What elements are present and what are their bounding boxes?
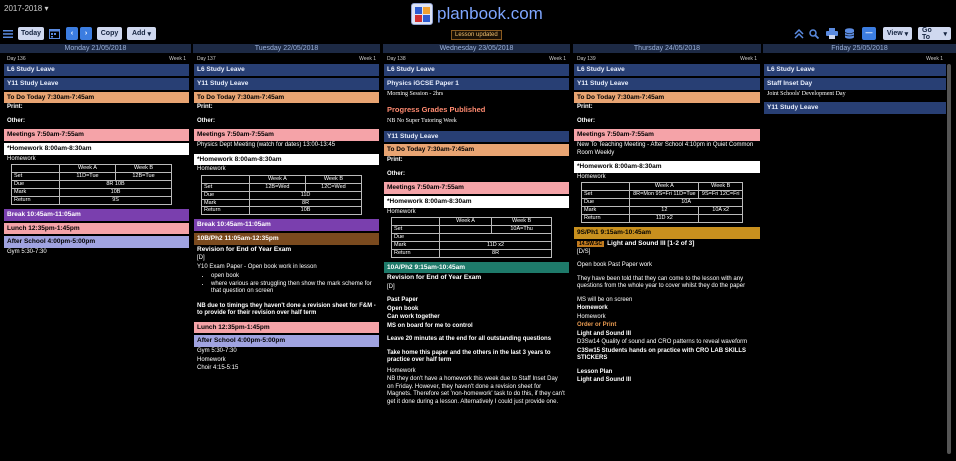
lesson-meetings[interactable]: Meetings 7:50am-7:55am [384,182,569,194]
day-header-friday: Friday 25/05/2018 [763,44,956,53]
logo-icon [411,3,433,25]
lesson-to-do-today[interactable]: To Do Today 7:30am-7:45am Print: Other: [384,144,569,181]
lesson-y11-study-leave[interactable]: Y11 Study Leave [194,77,379,90]
lesson-homework[interactable]: *Homework 8:00am-8:30am Homework Week AW… [384,195,569,260]
lesson-physics-igcse[interactable]: Physics iGCSE Paper 1 Morning Session - … [384,77,569,101]
lesson-9s-ph1[interactable]: 9S/Ph1 9:15am-10:45am 14.SW.SC Light and … [574,226,760,387]
tutoring-note: NB No Super Tutoring Week [387,118,457,125]
collapse-button[interactable]: — [862,27,876,40]
lesson-homework[interactable]: *Homework 8:00am-8:30am Homework Week AW… [574,161,760,225]
lesson-l6-study-leave[interactable]: L6 Study Leave [4,64,189,76]
day-header-thursday: Thursday 24/05/2018 [573,44,761,53]
chevron-right-icon: › [84,30,88,37]
calendar-icon[interactable] [48,27,61,40]
next-week-button[interactable]: › [80,27,92,40]
lesson-to-do-today[interactable]: To Do Today 7:30am-7:45am Print: Other: [4,91,189,128]
logo-text: planbook.com [437,4,543,23]
lesson-lunch[interactable]: Lunch 12:35pm-1:45pm [4,222,189,235]
lesson-staff-inset[interactable]: Staff Inset Day Joint Schools' Developme… [764,77,946,101]
add-button[interactable]: Add ▾ [127,27,156,40]
day-column-thursday: Day 139 Week 1 L6 Study Leave Y11 Study L… [574,54,760,461]
lesson-homework[interactable]: *Homework 8:00am-8:30am Homework Week AW… [4,143,189,207]
lesson-homework[interactable]: *Homework 8:00am-8:30am Homework Week AW… [194,153,379,218]
homework-table: Week A Week B Set 8R=Mon 9S=Fri 11D=Tue 9S=… [580,182,743,223]
print-icon[interactable] [825,27,839,40]
view-button[interactable]: View ▾ [883,27,912,40]
lesson-l6-study-leave[interactable]: L6 Study Leave [194,64,379,76]
lesson-break[interactable]: Break 10:45am-11:05am [194,219,379,232]
homework-table: Week A Week B Set 11D=Tue 12B=Tue Due 8R 10B… [10,164,173,205]
day-column-monday: Day 136 Week 1 L6 Study Leave Y11 Study L… [4,54,189,461]
minus-icon: — [865,30,873,37]
logo: planbook.com [411,3,543,25]
lesson-after-school[interactable]: After School 4:00pm-5:00pm Gym 5:30-7:30… [194,335,379,375]
day-info: Day 139 Week 1 [577,56,757,62]
lesson-y11-study-leave[interactable]: Y11 Study Leave [384,130,569,143]
day-info: Day 137 Week 1 [197,56,376,62]
day-column-wednesday: Day 138 Week 1 L6 Study Leave Physics iGC… [384,54,569,461]
day-info: Day 136 Week 1 [7,56,186,62]
lesson-break[interactable]: Break 10:45am-11:05am [4,208,189,221]
goto-button[interactable]: Go To ▾ [918,27,951,41]
lesson-lunch[interactable]: Lunch 12:35pm-1:45pm [194,321,379,334]
previous-week-button[interactable]: ‹ [66,27,78,40]
lesson-meetings[interactable]: Meetings 7:50am-7:55am Physics Dept Meet… [194,129,379,152]
top-bar: 2017-2018 ▾ planbook.com Lesson updated … [0,0,956,44]
progress-grades-note: Progress Grades Published [387,105,486,115]
collapse-up-icon[interactable] [793,27,805,40]
lesson-to-do-today[interactable]: To Do Today 7:30am-7:45am Print: Other: [194,91,379,128]
lesson-meetings[interactable]: Meetings 7:50am-7:55am [4,129,189,142]
status-message: Lesson updated [451,30,502,40]
chevron-left-icon: ‹ [70,30,74,37]
lesson-meetings[interactable]: Meetings 7:50am-7:55am New To Teaching M… [574,129,760,160]
lesson-l6-study-leave[interactable]: L6 Study Leave [764,64,946,76]
copy-button[interactable]: Copy [97,27,122,40]
planbook-app: { "header": { "year": "2017-2018", "logo… [0,0,956,461]
lesson-y11-study-leave[interactable]: Y11 Study Leave [764,102,946,114]
lesson-after-school[interactable]: After School 4:00pm-5:00pm Gym 5:30-7:30 [4,236,189,259]
search-icon[interactable] [808,27,820,40]
year-selector[interactable]: 2017-2018 ▾ [4,4,49,13]
lesson-10b-ph2[interactable]: 10B/Ph2 11:05am-12:35pm Revision for End… [194,233,379,320]
lesson-y11-study-leave[interactable]: Y11 Study Leave [574,77,760,90]
day-info: Day 138 Week 1 [387,56,566,62]
lesson-to-do-today[interactable]: To Do Today 7:30am-7:45am Print: Other: [574,91,760,128]
homework-table: Week A Week B Set 10A=Thu Due Mark 11D x2 R… [390,217,553,258]
homework-table: Week A Week B Set 12B=Wed 12C=Wed Due 11D Ma… [200,174,363,216]
day-header-monday: Monday 21/05/2018 [0,44,191,53]
list-view-icon[interactable] [2,27,13,40]
lesson-10a-ph2[interactable]: 10A/Ph2 9:15am-10:45am Revision for End … [384,261,569,409]
day-column-friday: Week 1 L6 Study Leave Staff Inset Day Jo… [764,54,946,461]
scrollbar[interactable] [947,64,951,454]
today-button[interactable]: Today [18,27,44,40]
unit-tag: 14.SW.SC [577,240,605,247]
day-info: Week 1 [926,56,943,62]
day-header-wednesday: Wednesday 23/05/2018 [383,44,570,53]
database-icon[interactable] [843,27,855,40]
day-column-tuesday: Day 137 Week 1 L6 Study Leave Y11 Study L… [194,54,379,461]
day-header-tuesday: Tuesday 22/05/2018 [193,44,380,53]
lesson-l6-study-leave[interactable]: L6 Study Leave [574,64,760,76]
lesson-l6-study-leave[interactable]: L6 Study Leave [384,64,569,76]
lesson-y11-study-leave[interactable]: Y11 Study Leave [4,77,189,90]
